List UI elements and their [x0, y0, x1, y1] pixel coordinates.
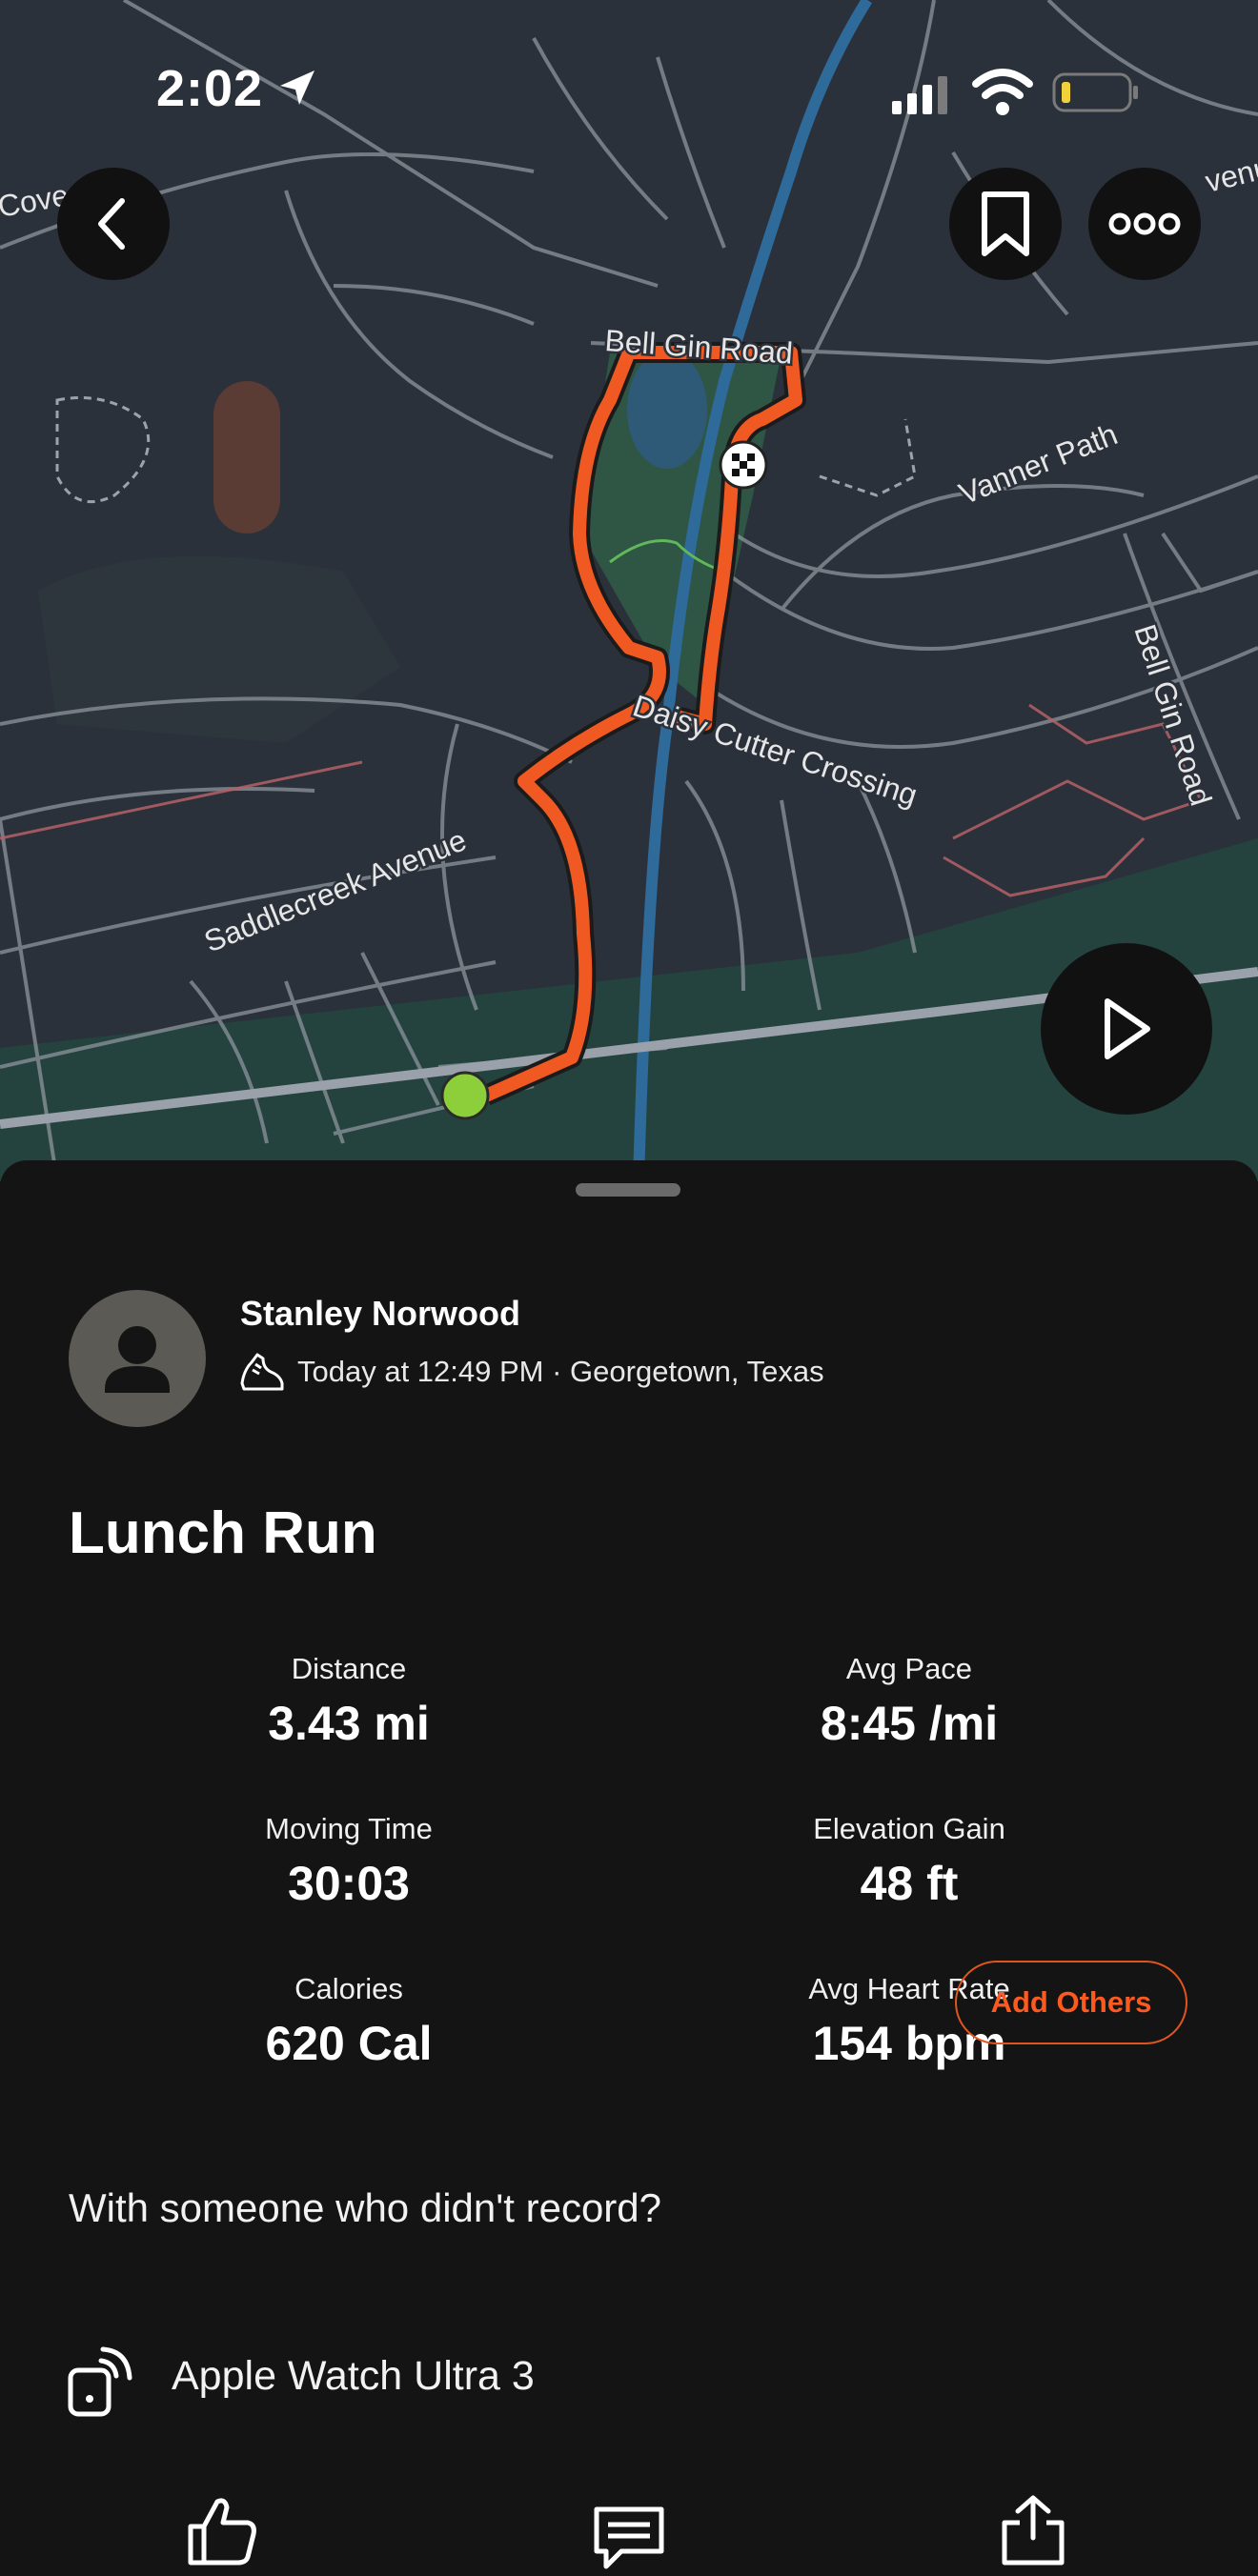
- wifi-icon: [972, 69, 1033, 115]
- stat-label: Calories: [294, 1972, 403, 2005]
- athlete-name[interactable]: Stanley Norwood: [240, 1294, 520, 1334]
- play-icon: [1105, 998, 1150, 1059]
- device-name: Apple Watch Ultra 3: [172, 2353, 535, 2399]
- stat-label: Moving Time: [265, 1812, 433, 1845]
- stat-calories: Calories 620 Cal: [158, 1972, 539, 2071]
- play-button[interactable]: [1041, 943, 1212, 1115]
- stat-value: 8:45 /mi: [820, 1697, 999, 1750]
- bookmark-button[interactable]: [949, 168, 1062, 280]
- finish-marker: [719, 440, 768, 490]
- running-track: [213, 381, 280, 533]
- with-others-prompt: With someone who didn't record?: [69, 2185, 662, 2230]
- avatar[interactable]: [69, 1290, 206, 1427]
- stat-label: Avg Pace: [845, 1652, 973, 1685]
- activity-title: Lunch Run: [69, 1500, 377, 1566]
- shoe-icon: [240, 1353, 284, 1391]
- stat-label: Elevation Gain: [813, 1812, 1005, 1845]
- activity-meta: Today at 12:49 PM · Georgetown, Texas: [297, 1355, 824, 1388]
- comment-icon[interactable]: [593, 2504, 665, 2576]
- stat-label: Distance: [291, 1652, 407, 1685]
- stat-elevation-gain: Elevation Gain 48 ft: [719, 1812, 1100, 1911]
- status-time: 2:02: [156, 60, 264, 117]
- start-marker: [440, 1071, 490, 1120]
- sheet-handle[interactable]: [576, 1183, 680, 1197]
- more-button[interactable]: [1088, 168, 1201, 280]
- bookmark-icon: [982, 191, 1029, 256]
- battery-icon: [1052, 72, 1138, 112]
- stat-distance: Distance 3.43 mi: [158, 1652, 539, 1751]
- device-sync-icon: [68, 2346, 132, 2417]
- cellular-signal-icon: [892, 76, 947, 114]
- stat-avg-pace: Avg Pace 8:45 /mi: [719, 1652, 1100, 1751]
- add-others-button[interactable]: Add Others: [955, 1961, 1187, 2044]
- location-arrow-icon: [280, 70, 314, 105]
- stat-moving-time: Moving Time 30:03: [158, 1812, 539, 1911]
- share-icon[interactable]: [997, 2494, 1069, 2566]
- thumbs-up-icon[interactable]: [187, 2494, 259, 2566]
- chevron-left-icon: [98, 198, 125, 250]
- stat-value: 48 ft: [860, 1857, 959, 1910]
- more-icon: [1108, 212, 1181, 235]
- stat-value: 30:03: [288, 1857, 410, 1910]
- back-button[interactable]: [57, 168, 170, 280]
- stat-value: 620 Cal: [265, 2017, 433, 2070]
- user-icon: [105, 1326, 170, 1393]
- stat-value: 3.43 mi: [268, 1697, 430, 1750]
